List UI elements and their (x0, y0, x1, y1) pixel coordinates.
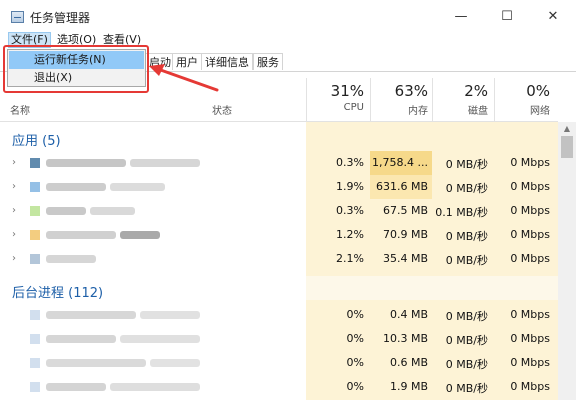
memory-cell: 0.6 MB (389, 356, 428, 369)
network-percent: 0% (526, 82, 550, 100)
process-icon (30, 310, 40, 320)
blurred-process-name (46, 383, 106, 391)
cpu-cell: 2.1% (336, 252, 364, 265)
process-icon (30, 382, 40, 392)
column-network[interactable]: 网络 (494, 102, 550, 117)
column-status[interactable]: 状态 (212, 102, 232, 117)
section-gap-bg (306, 276, 558, 300)
process-icon (30, 230, 40, 240)
column-memory[interactable]: 内存 (370, 102, 428, 117)
blurred-process-name (120, 231, 160, 239)
process-icon (30, 358, 40, 368)
blurred-process-name (46, 183, 106, 191)
blurred-process-name (110, 183, 165, 191)
column-cpu[interactable]: CPU (306, 102, 364, 113)
annotation-arrow-icon (149, 64, 219, 92)
chevron-right-icon[interactable]: › (12, 229, 16, 240)
blurred-process-name (90, 207, 135, 215)
window-title: 任务管理器 (30, 11, 91, 25)
blurred-process-name (46, 255, 96, 263)
disk-cell: 0.1 MB/秒 (435, 206, 488, 219)
tab-services[interactable]: 服务 (253, 53, 283, 70)
blurred-process-name (130, 159, 200, 167)
column-name[interactable]: 名称 (10, 102, 30, 117)
chevron-right-icon[interactable]: › (12, 205, 16, 216)
cpu-cell: 0.3% (336, 204, 364, 217)
section-apps[interactable]: 应用 (5) (12, 130, 61, 149)
process-icon (30, 158, 40, 168)
network-cell: 0 Mbps (510, 308, 550, 321)
network-cell: 0 Mbps (510, 356, 550, 369)
network-cell: 0 Mbps (510, 156, 550, 169)
column-disk[interactable]: 磁盘 (432, 102, 488, 117)
blurred-process-name (150, 359, 200, 367)
process-icon (30, 334, 40, 344)
disk-cell: 0 MB/秒 (445, 254, 488, 267)
network-cell: 0 Mbps (510, 380, 550, 393)
cpu-cell: 0% (346, 380, 364, 393)
close-button[interactable]: ✕ (530, 0, 576, 32)
disk-cell: 0 MB/秒 (445, 382, 488, 395)
network-cell: 0 Mbps (510, 204, 550, 217)
memory-percent: 63% (394, 82, 428, 100)
blurred-process-name (120, 335, 200, 343)
disk-cell: 0 MB/秒 (445, 230, 488, 243)
blurred-process-name (46, 311, 136, 319)
blurred-process-name (46, 335, 116, 343)
network-cell: 0 Mbps (510, 252, 550, 265)
chevron-right-icon[interactable]: › (12, 253, 16, 264)
network-cell: 0 Mbps (510, 180, 550, 193)
memory-cell: 70.9 MB (382, 228, 428, 241)
blurred-process-name (46, 359, 146, 367)
disk-percent: 2% (464, 82, 488, 100)
scrollbar-thumb[interactable] (561, 136, 573, 158)
memory-cell: 1,758.4 ... (372, 156, 428, 169)
disk-cell: 0 MB/秒 (445, 182, 488, 195)
blurred-process-name (140, 311, 200, 319)
maximize-button[interactable]: ☐ (484, 0, 530, 32)
blurred-process-name (46, 159, 126, 167)
annotation-highlight-box (3, 45, 149, 93)
disk-cell: 0 MB/秒 (445, 358, 488, 371)
network-cell: 0 Mbps (510, 332, 550, 345)
disk-cell: 0 MB/秒 (445, 158, 488, 171)
cpu-cell: 0% (346, 356, 364, 369)
memory-cell: 1.9 MB (389, 380, 428, 393)
memory-cell: 631.6 MB (375, 180, 428, 193)
process-icon (30, 182, 40, 192)
blurred-process-name (46, 231, 116, 239)
section-background[interactable]: 后台进程 (112) (12, 282, 103, 301)
blurred-process-name (110, 383, 200, 391)
disk-cell: 0 MB/秒 (445, 310, 488, 323)
disk-cell: 0 MB/秒 (445, 334, 488, 347)
memory-cell: 0.4 MB (389, 308, 428, 321)
chevron-right-icon[interactable]: › (12, 157, 16, 168)
header-divider (0, 121, 558, 122)
task-manager-icon (11, 11, 24, 23)
cpu-cell: 1.2% (336, 228, 364, 241)
blurred-process-name (46, 207, 86, 215)
scroll-up-icon[interactable]: ▲ (558, 122, 576, 136)
cpu-cell: 0% (346, 332, 364, 345)
cpu-cell: 0% (346, 308, 364, 321)
memory-cell: 35.4 MB (382, 252, 428, 265)
cpu-cell: 1.9% (336, 180, 364, 193)
memory-cell: 10.3 MB (382, 332, 428, 345)
minimize-button[interactable]: — (438, 0, 484, 32)
memory-cell: 67.5 MB (382, 204, 428, 217)
cpu-percent: 31% (330, 82, 364, 100)
process-icon (30, 206, 40, 216)
cpu-cell: 0.3% (336, 156, 364, 169)
vertical-scrollbar[interactable] (558, 122, 576, 400)
process-icon (30, 254, 40, 264)
network-cell: 0 Mbps (510, 228, 550, 241)
chevron-right-icon[interactable]: › (12, 181, 16, 192)
